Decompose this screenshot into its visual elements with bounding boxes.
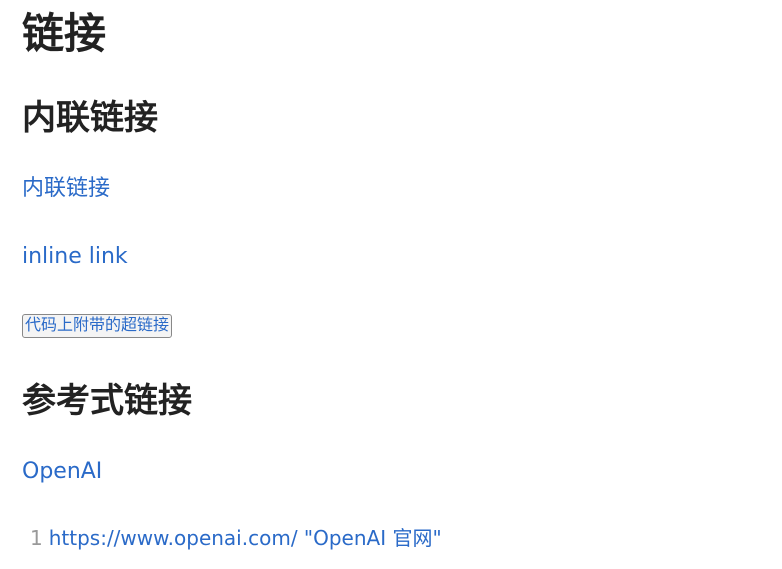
footnote-url[interactable]: https://www.openai.com/ "OpenAI 官网" <box>49 526 442 550</box>
document-page: 链接 内联链接 内联链接 inline link 代码上附带的超链接 参考式链接… <box>0 0 782 569</box>
inline-link-english[interactable]: inline link <box>22 242 128 272</box>
section-heading-inline-links: 内联链接 <box>22 98 158 138</box>
code-hyperlink[interactable]: 代码上附带的超链接 <box>22 314 173 338</box>
page-title: 链接 <box>22 9 107 58</box>
reference-link-openai[interactable]: OpenAI <box>22 457 102 487</box>
inline-link-chinese[interactable]: 内联链接 <box>22 174 110 204</box>
footnote: 1 https://www.openai.com/ "OpenAI 官网" <box>30 524 442 552</box>
section-heading-reference-links: 参考式链接 <box>22 381 192 421</box>
footnote-number: 1 <box>30 526 43 550</box>
